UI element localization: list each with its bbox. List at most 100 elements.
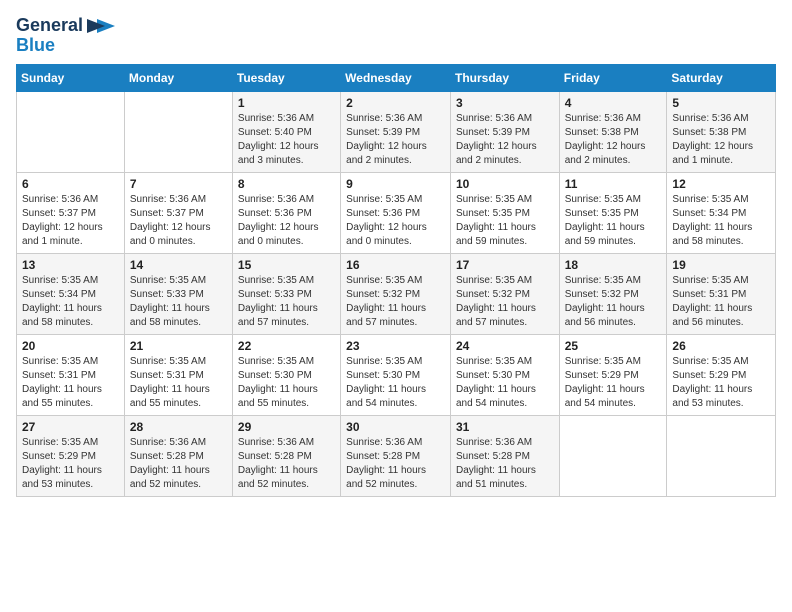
day-number: 27 (22, 420, 119, 434)
day-number: 16 (346, 258, 445, 272)
day-number: 14 (130, 258, 227, 272)
day-info: Sunrise: 5:35 AM Sunset: 5:31 PM Dayligh… (672, 274, 770, 330)
calendar-cell: 18 Sunrise: 5:35 AM Sunset: 5:32 PM Dayli… (559, 253, 667, 334)
calendar-cell (17, 91, 125, 172)
calendar-cell: 27 Sunrise: 5:35 AM Sunset: 5:29 PM Dayli… (17, 415, 125, 496)
day-info: Sunrise: 5:36 AM Sunset: 5:38 PM Dayligh… (565, 112, 662, 168)
calendar-cell: 12 Sunrise: 5:35 AM Sunset: 5:34 PM Dayli… (667, 172, 776, 253)
calendar-cell: 23 Sunrise: 5:35 AM Sunset: 5:30 PM Dayli… (341, 334, 451, 415)
day-info: Sunrise: 5:36 AM Sunset: 5:28 PM Dayligh… (456, 436, 554, 492)
day-number: 11 (565, 177, 662, 191)
day-number: 19 (672, 258, 770, 272)
day-number: 28 (130, 420, 227, 434)
day-info: Sunrise: 5:36 AM Sunset: 5:28 PM Dayligh… (238, 436, 335, 492)
calendar-cell: 24 Sunrise: 5:35 AM Sunset: 5:30 PM Dayli… (450, 334, 559, 415)
day-info: Sunrise: 5:35 AM Sunset: 5:30 PM Dayligh… (456, 355, 554, 411)
day-number: 21 (130, 339, 227, 353)
day-info: Sunrise: 5:35 AM Sunset: 5:32 PM Dayligh… (346, 274, 445, 330)
day-number: 22 (238, 339, 335, 353)
day-info: Sunrise: 5:36 AM Sunset: 5:40 PM Dayligh… (238, 112, 335, 168)
calendar-cell: 21 Sunrise: 5:35 AM Sunset: 5:31 PM Dayli… (124, 334, 232, 415)
calendar-cell: 14Sunrise: 5:35 AM Sunset: 5:33 PM Dayli… (124, 253, 232, 334)
calendar-cell: 20 Sunrise: 5:35 AM Sunset: 5:31 PM Dayli… (17, 334, 125, 415)
day-number: 9 (346, 177, 445, 191)
calendar-cell: 26 Sunrise: 5:35 AM Sunset: 5:29 PM Dayli… (667, 334, 776, 415)
day-number: 10 (456, 177, 554, 191)
calendar-cell: 30Sunrise: 5:36 AM Sunset: 5:28 PM Dayli… (341, 415, 451, 496)
day-info: Sunrise: 5:36 AM Sunset: 5:39 PM Dayligh… (456, 112, 554, 168)
weekday-header-saturday: Saturday (667, 64, 776, 91)
day-info: Sunrise: 5:35 AM Sunset: 5:29 PM Dayligh… (672, 355, 770, 411)
day-info: Sunrise: 5:36 AM Sunset: 5:39 PM Dayligh… (346, 112, 445, 168)
logo: General Blue (16, 16, 115, 56)
day-info: Sunrise: 5:35 AM Sunset: 5:30 PM Dayligh… (346, 355, 445, 411)
day-info: Sunrise: 5:35 AM Sunset: 5:34 PM Dayligh… (672, 193, 770, 249)
day-number: 20 (22, 339, 119, 353)
weekday-header-friday: Friday (559, 64, 667, 91)
calendar-cell: 6 Sunrise: 5:36 AM Sunset: 5:37 PM Daylig… (17, 172, 125, 253)
day-info: Sunrise: 5:35 AM Sunset: 5:29 PM Dayligh… (565, 355, 662, 411)
day-info: Sunrise: 5:35 AM Sunset: 5:36 PM Dayligh… (346, 193, 445, 249)
day-number: 24 (456, 339, 554, 353)
day-number: 26 (672, 339, 770, 353)
calendar-cell (124, 91, 232, 172)
weekday-header-tuesday: Tuesday (232, 64, 340, 91)
day-info: Sunrise: 5:36 AM Sunset: 5:38 PM Dayligh… (672, 112, 770, 168)
day-number: 1 (238, 96, 335, 110)
day-info: Sunrise: 5:35 AM Sunset: 5:34 PM Dayligh… (22, 274, 119, 330)
weekday-header-wednesday: Wednesday (341, 64, 451, 91)
calendar-cell: 11Sunrise: 5:35 AM Sunset: 5:35 PM Dayli… (559, 172, 667, 253)
day-info: Sunrise: 5:36 AM Sunset: 5:37 PM Dayligh… (22, 193, 119, 249)
calendar-table: SundayMondayTuesdayWednesdayThursdayFrid… (16, 64, 776, 497)
calendar-cell: 3Sunrise: 5:36 AM Sunset: 5:39 PM Daylig… (450, 91, 559, 172)
day-number: 15 (238, 258, 335, 272)
logo-icon (87, 17, 115, 35)
calendar-cell: 13Sunrise: 5:35 AM Sunset: 5:34 PM Dayli… (17, 253, 125, 334)
day-number: 18 (565, 258, 662, 272)
day-info: Sunrise: 5:36 AM Sunset: 5:36 PM Dayligh… (238, 193, 335, 249)
day-number: 30 (346, 420, 445, 434)
logo-general: General (16, 16, 83, 36)
day-info: Sunrise: 5:35 AM Sunset: 5:29 PM Dayligh… (22, 436, 119, 492)
day-info: Sunrise: 5:35 AM Sunset: 5:35 PM Dayligh… (456, 193, 554, 249)
calendar-cell: 2 Sunrise: 5:36 AM Sunset: 5:39 PM Daylig… (341, 91, 451, 172)
day-info: Sunrise: 5:35 AM Sunset: 5:31 PM Dayligh… (22, 355, 119, 411)
day-number: 12 (672, 177, 770, 191)
day-number: 17 (456, 258, 554, 272)
calendar-cell: 29Sunrise: 5:36 AM Sunset: 5:28 PM Dayli… (232, 415, 340, 496)
calendar-cell (559, 415, 667, 496)
calendar-cell: 10 Sunrise: 5:35 AM Sunset: 5:35 PM Dayli… (450, 172, 559, 253)
calendar-cell: 1 Sunrise: 5:36 AM Sunset: 5:40 PM Daylig… (232, 91, 340, 172)
calendar-cell: 31 Sunrise: 5:36 AM Sunset: 5:28 PM Dayli… (450, 415, 559, 496)
logo-blue: Blue (16, 36, 55, 56)
weekday-header-thursday: Thursday (450, 64, 559, 91)
day-info: Sunrise: 5:35 AM Sunset: 5:31 PM Dayligh… (130, 355, 227, 411)
day-number: 7 (130, 177, 227, 191)
calendar-cell: 28 Sunrise: 5:36 AM Sunset: 5:28 PM Dayli… (124, 415, 232, 496)
day-info: Sunrise: 5:35 AM Sunset: 5:32 PM Dayligh… (565, 274, 662, 330)
calendar-cell: 16 Sunrise: 5:35 AM Sunset: 5:32 PM Dayli… (341, 253, 451, 334)
page-header: General Blue (16, 16, 776, 56)
calendar-cell: 7 Sunrise: 5:36 AM Sunset: 5:37 PM Daylig… (124, 172, 232, 253)
day-info: Sunrise: 5:36 AM Sunset: 5:37 PM Dayligh… (130, 193, 227, 249)
day-number: 25 (565, 339, 662, 353)
day-number: 23 (346, 339, 445, 353)
day-number: 2 (346, 96, 445, 110)
day-info: Sunrise: 5:36 AM Sunset: 5:28 PM Dayligh… (130, 436, 227, 492)
calendar-cell: 19 Sunrise: 5:35 AM Sunset: 5:31 PM Dayli… (667, 253, 776, 334)
day-info: Sunrise: 5:35 AM Sunset: 5:33 PM Dayligh… (238, 274, 335, 330)
day-number: 5 (672, 96, 770, 110)
calendar-cell: 25 Sunrise: 5:35 AM Sunset: 5:29 PM Dayli… (559, 334, 667, 415)
day-number: 4 (565, 96, 662, 110)
day-info: Sunrise: 5:35 AM Sunset: 5:32 PM Dayligh… (456, 274, 554, 330)
calendar-cell: 5 Sunrise: 5:36 AM Sunset: 5:38 PM Daylig… (667, 91, 776, 172)
calendar-cell: 15 Sunrise: 5:35 AM Sunset: 5:33 PM Dayli… (232, 253, 340, 334)
calendar-cell (667, 415, 776, 496)
weekday-header-sunday: Sunday (17, 64, 125, 91)
calendar-cell: 8Sunrise: 5:36 AM Sunset: 5:36 PM Daylig… (232, 172, 340, 253)
calendar-cell: 22 Sunrise: 5:35 AM Sunset: 5:30 PM Dayli… (232, 334, 340, 415)
day-number: 6 (22, 177, 119, 191)
calendar-cell: 4 Sunrise: 5:36 AM Sunset: 5:38 PM Daylig… (559, 91, 667, 172)
day-info: Sunrise: 5:35 AM Sunset: 5:30 PM Dayligh… (238, 355, 335, 411)
day-number: 31 (456, 420, 554, 434)
